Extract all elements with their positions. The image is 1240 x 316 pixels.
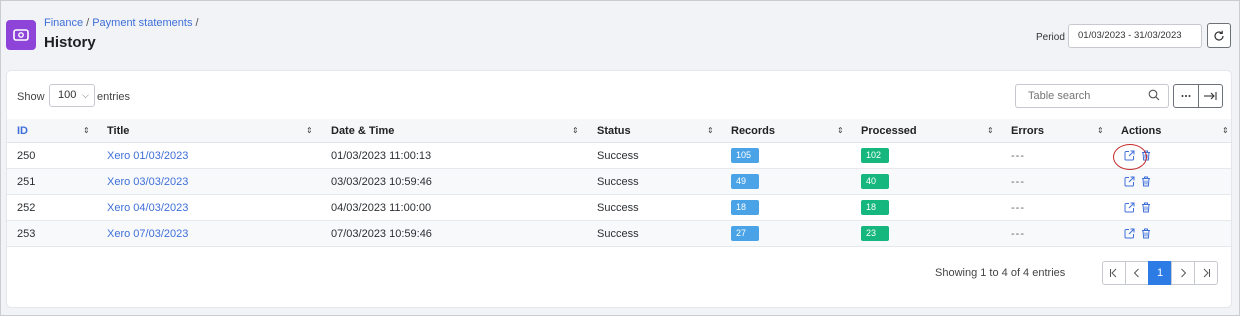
row-errors: --- [1011,227,1025,240]
processed-badge: 18 [861,200,889,215]
prev-page-icon [1133,268,1139,278]
table-search-input[interactable] [1015,84,1169,108]
sort-icon[interactable]: ⇕ [572,119,579,142]
row-id: 251 [17,175,36,188]
row-id: 252 [17,201,36,214]
sort-icon[interactable]: ⇕ [83,119,90,142]
next-page-button[interactable] [1171,261,1195,285]
row-datetime: 07/03/2023 10:59:46 [331,227,432,240]
col-processed[interactable]: Processed [861,119,917,142]
records-badge: 105 [731,148,759,163]
row-errors: --- [1011,201,1025,214]
breadcrumb: Finance / Payment statements / [44,17,199,29]
more-options-button[interactable] [1174,85,1198,107]
row-datetime: 01/03/2023 11:00:13 [331,149,432,162]
refresh-button[interactable] [1207,23,1231,48]
table-row: 253 Xero 07/03/2023 07/03/2023 10:59:46 … [7,221,1231,247]
row-title-link[interactable]: Xero 07/03/2023 [107,221,188,246]
refresh-icon [1214,30,1224,41]
records-badge: 27 [731,226,759,241]
col-id[interactable]: ID [17,119,28,142]
row-errors: --- [1011,175,1025,188]
highlight-circle [1113,144,1147,170]
open-external-icon[interactable] [1124,176,1135,187]
row-title-link[interactable]: Xero 03/03/2023 [107,169,188,194]
row-errors: --- [1011,149,1025,162]
showing-entries-text: Showing 1 to 4 of 4 entries [935,267,1066,279]
table-row: 250 Xero 01/03/2023 01/03/2023 11:00:13 … [7,143,1231,169]
first-page-button[interactable] [1102,261,1126,285]
table-card: Show 100 ⌵ entries ID ⇕ Title ⇕ Dat [6,70,1232,308]
row-status: Success [597,175,639,188]
expand-button[interactable] [1197,85,1223,107]
finance-icon [6,20,36,50]
entries-select[interactable]: 100 ⌵ [49,84,95,107]
row-status: Success [597,149,639,162]
page-1-button[interactable]: 1 [1148,261,1172,285]
sort-icon[interactable]: ⇕ [306,119,313,142]
row-status: Success [597,201,639,214]
prev-page-button[interactable] [1125,261,1149,285]
col-errors[interactable]: Errors [1011,119,1044,142]
search-icon [1148,89,1160,101]
col-datetime[interactable]: Date & Time [331,119,394,142]
sort-icon[interactable]: ⇕ [707,119,714,142]
chevron-down-icon: ⌵ [82,90,89,100]
open-external-icon[interactable] [1124,228,1135,239]
row-id: 250 [17,149,36,162]
table-row: 252 Xero 04/03/2023 04/03/2023 11:00:00 … [7,195,1231,221]
open-external-icon[interactable] [1124,202,1135,213]
sort-icon[interactable]: ⇕ [837,119,844,142]
entries-value: 100 [58,89,77,101]
table-tools [1173,84,1223,108]
row-id: 253 [17,227,36,240]
processed-badge: 40 [861,174,889,189]
more-icon [1181,95,1191,97]
entries-label: entries [97,91,131,103]
history-table: ID ⇕ Title ⇕ Date & Time ⇕ Status ⇕ Reco… [7,119,1231,247]
col-records[interactable]: Records [731,119,775,142]
records-badge: 49 [731,174,759,189]
delete-icon[interactable] [1141,202,1151,213]
sort-icon[interactable]: ⇕ [1222,119,1229,142]
period-input[interactable]: 01/03/2023 - 31/03/2023 [1068,24,1202,48]
delete-icon[interactable] [1141,228,1151,239]
col-actions: Actions [1121,124,1162,137]
delete-icon[interactable] [1141,176,1151,187]
processed-badge: 102 [861,148,889,163]
sort-icon[interactable]: ⇕ [987,119,994,142]
processed-badge: 23 [861,226,889,241]
sort-icon[interactable]: ⇕ [1097,119,1104,142]
col-status[interactable]: Status [597,119,631,142]
expand-icon [1204,92,1217,100]
table-row: 251 Xero 03/03/2023 03/03/2023 10:59:46 … [7,169,1231,195]
row-datetime: 04/03/2023 11:00:00 [331,201,432,214]
next-page-icon [1181,268,1187,278]
row-status: Success [597,227,639,240]
breadcrumb-payment-statements[interactable]: Payment statements [92,17,192,29]
col-title[interactable]: Title [107,119,129,142]
last-page-button[interactable] [1194,261,1218,285]
row-datetime: 03/03/2023 10:59:46 [331,175,432,188]
records-badge: 18 [731,200,759,215]
period-label: Period [1036,32,1065,43]
show-label: Show [17,91,45,103]
page-title: History [44,34,96,51]
table-header-row: ID ⇕ Title ⇕ Date & Time ⇕ Status ⇕ Reco… [7,119,1231,143]
window: Finance / Payment statements / History Peri… [0,0,1240,316]
breadcrumb-finance[interactable]: Finance [44,17,83,29]
row-title-link[interactable]: Xero 01/03/2023 [107,143,188,168]
pagination: 1 [1102,261,1218,285]
row-title-link[interactable]: Xero 04/03/2023 [107,195,188,220]
first-page-icon [1110,268,1117,278]
last-page-icon [1203,268,1210,278]
